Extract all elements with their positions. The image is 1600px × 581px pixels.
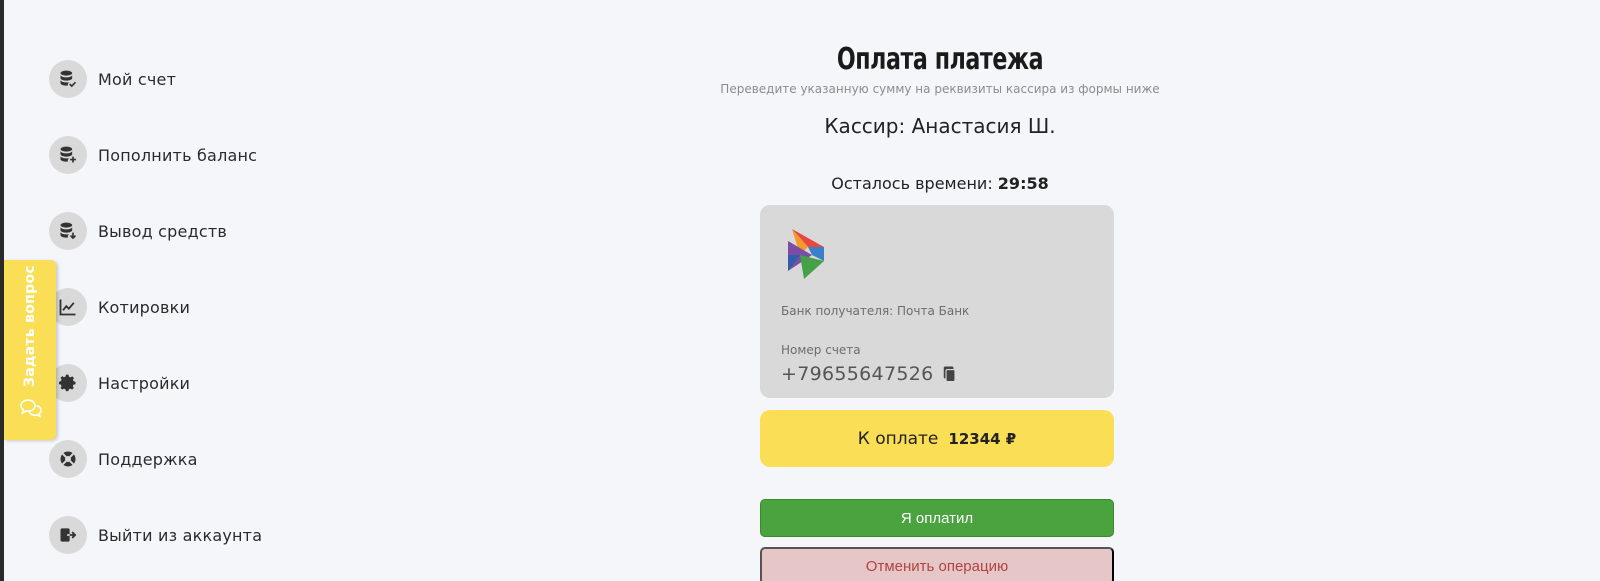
recipient-bank: Банк получателя: Почта Банк xyxy=(781,304,970,318)
sidebar-item-label: Настройки xyxy=(98,373,191,393)
timer-label: Осталось времени: xyxy=(831,174,993,193)
sidebar-item-label: Выйти из аккаунта xyxy=(98,525,263,545)
cancel-operation-button[interactable]: Отменить операцию xyxy=(760,547,1114,581)
sidebar-item-quotes[interactable]: Котировки xyxy=(49,288,349,326)
sidebar-item-label: Вывод средств xyxy=(98,221,227,241)
logout-icon xyxy=(49,516,87,554)
sidebar-item-withdraw[interactable]: Вывод средств xyxy=(49,212,349,250)
amount-value: 12344 ₽ xyxy=(948,429,1017,448)
database-plus-icon xyxy=(49,136,87,174)
amount-label: К оплате xyxy=(857,428,939,449)
database-check-icon xyxy=(49,60,87,98)
page-subtitle: Переведите указанную сумму на реквизиты … xyxy=(720,82,1160,96)
sidebar-item-settings[interactable]: Настройки xyxy=(49,364,349,402)
sidebar-item-label: Поддержка xyxy=(98,449,198,469)
copy-icon[interactable] xyxy=(940,365,958,383)
timer-value: 29:58 xyxy=(997,174,1049,193)
sidebar-item-my-account[interactable]: Мой счет xyxy=(49,60,349,98)
sidebar-item-top-up[interactable]: Пополнить баланс xyxy=(49,136,349,174)
sidebar-item-label: Мой счет xyxy=(98,69,177,89)
ask-question-label: Задать вопрос xyxy=(22,265,38,387)
pochta-bank-logo xyxy=(788,229,824,279)
chat-bubbles-icon xyxy=(20,399,42,419)
sidebar-item-label: Котировки xyxy=(98,297,191,317)
lifebuoy-icon xyxy=(49,440,87,478)
requisites-card: Банк получателя: Почта Банк Номер счета … xyxy=(760,205,1114,398)
payment-page: Мой счет Пополнить баланс Вывод средств … xyxy=(0,0,1600,581)
amount-to-pay: К оплате 12344 ₽ xyxy=(760,410,1114,467)
ask-question-tab[interactable]: Задать вопрос xyxy=(4,260,56,440)
page-title: Оплата платежа xyxy=(836,42,1044,77)
sidebar-item-support[interactable]: Поддержка xyxy=(49,440,349,478)
payment-panel: Оплата платежа Переведите указанную сумм… xyxy=(720,40,1160,581)
database-download-icon xyxy=(49,212,87,250)
account-number-row: +79655647526 xyxy=(781,363,958,385)
account-number: +79655647526 xyxy=(781,363,934,385)
cashier-name: Кассир: Анастасия Ш. xyxy=(824,114,1056,138)
sidebar-item-label: Пополнить баланс xyxy=(98,145,258,165)
sidebar-item-logout[interactable]: Выйти из аккаунта xyxy=(49,516,349,554)
timer: Осталось времени: 29:58 xyxy=(760,174,1120,193)
account-number-label: Номер счета xyxy=(781,343,861,357)
i-paid-button[interactable]: Я оплатил xyxy=(760,499,1114,537)
sidebar-nav: Мой счет Пополнить баланс Вывод средств … xyxy=(49,60,349,581)
